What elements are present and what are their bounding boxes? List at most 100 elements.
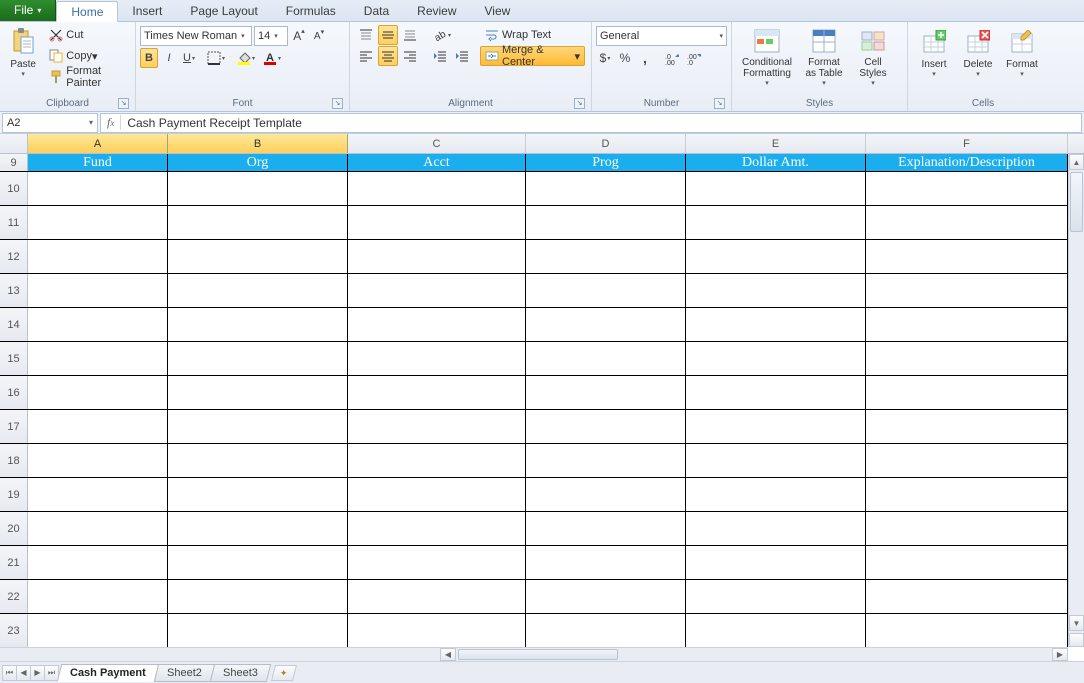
cell-c11[interactable] — [348, 206, 526, 239]
cell-b18[interactable] — [168, 444, 348, 477]
decrease-decimal-button[interactable]: .00.0 — [684, 48, 704, 68]
accounting-button[interactable]: $▾ — [596, 48, 614, 68]
cell-e23[interactable] — [686, 614, 866, 647]
cell-c10[interactable] — [348, 172, 526, 205]
increase-indent-button[interactable] — [452, 46, 472, 66]
cell-c18[interactable] — [348, 444, 526, 477]
new-sheet-button[interactable]: ✦ — [271, 665, 297, 681]
cell-b14[interactable] — [168, 308, 348, 341]
cell-b16[interactable] — [168, 376, 348, 409]
cell-d13[interactable] — [526, 274, 686, 307]
cell-a22[interactable] — [28, 580, 168, 613]
cell-c12[interactable] — [348, 240, 526, 273]
col-header-d[interactable]: D — [526, 134, 686, 153]
grow-font-button[interactable]: A▴ — [290, 26, 308, 46]
cell-a13[interactable] — [28, 274, 168, 307]
row-header-10[interactable]: 10 — [0, 172, 28, 205]
tab-formulas[interactable]: Formulas — [272, 0, 350, 21]
formula-input[interactable] — [121, 114, 1081, 132]
cell-e14[interactable] — [686, 308, 866, 341]
format-as-table-button[interactable]: Format as Table▾ — [798, 24, 850, 90]
col-header-a[interactable]: A — [28, 134, 168, 153]
cell-b21[interactable] — [168, 546, 348, 579]
delete-cells-button[interactable]: Delete▾ — [956, 24, 1000, 90]
cell-c17[interactable] — [348, 410, 526, 443]
sheet-tab-sheet2[interactable]: Sheet2 — [154, 664, 215, 682]
cell-e9[interactable]: Dollar Amt. — [686, 154, 866, 171]
cell-f18[interactable] — [866, 444, 1068, 477]
dialog-launcher[interactable]: ↘ — [332, 98, 343, 109]
shrink-font-button[interactable]: A▾ — [310, 26, 328, 46]
align-right-button[interactable] — [400, 46, 420, 66]
cell-d18[interactable] — [526, 444, 686, 477]
cell-a18[interactable] — [28, 444, 168, 477]
cell-a20[interactable] — [28, 512, 168, 545]
row-header-13[interactable]: 13 — [0, 274, 28, 307]
select-all-corner[interactable] — [0, 134, 28, 153]
hscroll-track[interactable] — [456, 648, 1052, 661]
cell-f20[interactable] — [866, 512, 1068, 545]
sheet-nav-first[interactable]: ⏮ — [2, 665, 17, 681]
cell-d14[interactable] — [526, 308, 686, 341]
format-cells-button[interactable]: Format▾ — [1000, 24, 1044, 90]
row-header-12[interactable]: 12 — [0, 240, 28, 273]
cell-d9[interactable]: Prog — [526, 154, 686, 171]
cell-b13[interactable] — [168, 274, 348, 307]
col-header-b[interactable]: B — [168, 134, 348, 153]
cell-d11[interactable] — [526, 206, 686, 239]
cell-f12[interactable] — [866, 240, 1068, 273]
cell-c14[interactable] — [348, 308, 526, 341]
cell-a11[interactable] — [28, 206, 168, 239]
cell-c21[interactable] — [348, 546, 526, 579]
cell-b19[interactable] — [168, 478, 348, 511]
borders-button[interactable]: ▾ — [204, 48, 228, 68]
cell-f13[interactable] — [866, 274, 1068, 307]
cell-e19[interactable] — [686, 478, 866, 511]
font-size-combo[interactable]: 14▾ — [254, 26, 288, 46]
orientation-button[interactable]: ab▾ — [430, 25, 454, 45]
cell-c23[interactable] — [348, 614, 526, 647]
tab-page-layout[interactable]: Page Layout — [176, 0, 271, 21]
bold-button[interactable]: B — [140, 48, 158, 68]
row-header-18[interactable]: 18 — [0, 444, 28, 477]
row-header-14[interactable]: 14 — [0, 308, 28, 341]
font-name-combo[interactable]: Times New Roman▾ — [140, 26, 252, 46]
cell-styles-button[interactable]: Cell Styles▾ — [850, 24, 896, 90]
cell-d16[interactable] — [526, 376, 686, 409]
cell-f17[interactable] — [866, 410, 1068, 443]
row-header-22[interactable]: 22 — [0, 580, 28, 613]
cell-d19[interactable] — [526, 478, 686, 511]
cell-d10[interactable] — [526, 172, 686, 205]
align-center-button[interactable] — [378, 46, 398, 66]
cell-b15[interactable] — [168, 342, 348, 375]
underline-button[interactable]: U▾ — [180, 48, 198, 68]
cell-a15[interactable] — [28, 342, 168, 375]
cell-d20[interactable] — [526, 512, 686, 545]
cell-e15[interactable] — [686, 342, 866, 375]
row-header-21[interactable]: 21 — [0, 546, 28, 579]
row-header-19[interactable]: 19 — [0, 478, 28, 511]
row-header-17[interactable]: 17 — [0, 410, 28, 443]
cell-b12[interactable] — [168, 240, 348, 273]
merge-center-button[interactable]: Merge & Center ▾ — [480, 46, 585, 66]
col-header-f[interactable]: F — [866, 134, 1068, 153]
cell-e10[interactable] — [686, 172, 866, 205]
scroll-left-button[interactable]: ◀ — [440, 648, 456, 661]
tab-view[interactable]: View — [471, 0, 525, 21]
horizontal-scrollbar[interactable]: ◀ ▶ — [440, 648, 1068, 661]
cell-a17[interactable] — [28, 410, 168, 443]
cell-d17[interactable] — [526, 410, 686, 443]
cell-e20[interactable] — [686, 512, 866, 545]
cell-b23[interactable] — [168, 614, 348, 647]
wrap-text-button[interactable]: Wrap Text — [480, 25, 585, 45]
tab-data[interactable]: Data — [350, 0, 403, 21]
cell-e13[interactable] — [686, 274, 866, 307]
cell-e22[interactable] — [686, 580, 866, 613]
cell-c9[interactable]: Acct — [348, 154, 526, 171]
cell-d22[interactable] — [526, 580, 686, 613]
cell-e16[interactable] — [686, 376, 866, 409]
cell-c15[interactable] — [348, 342, 526, 375]
cell-f22[interactable] — [866, 580, 1068, 613]
cell-e12[interactable] — [686, 240, 866, 273]
increase-decimal-button[interactable]: .0.00 — [662, 48, 682, 68]
